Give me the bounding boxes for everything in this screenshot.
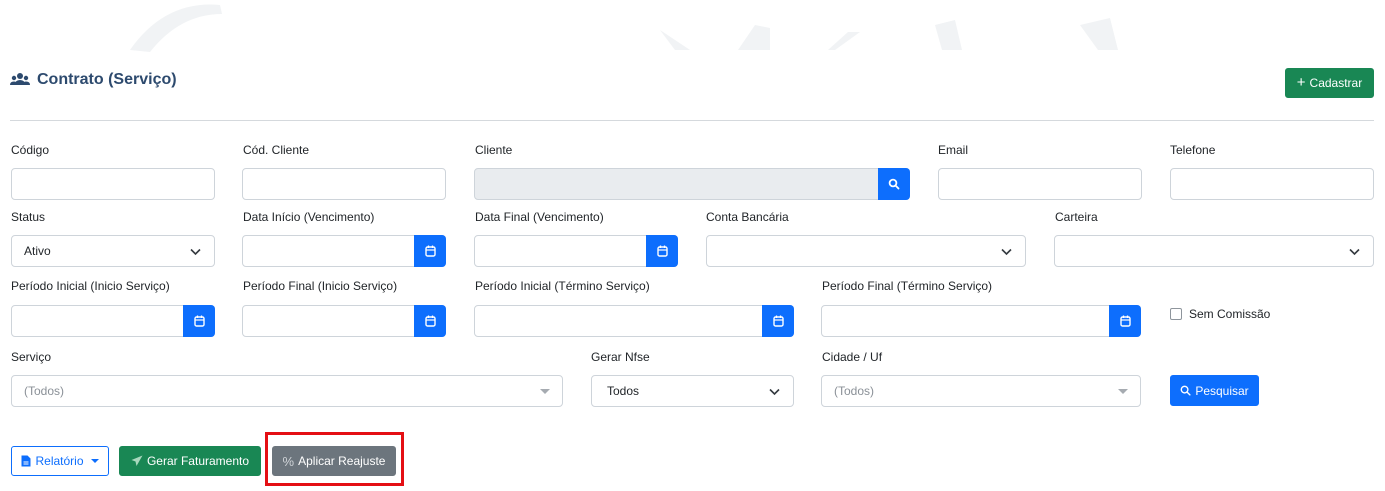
caret-down-icon	[1118, 389, 1128, 394]
cliente-search-button[interactable]	[878, 168, 910, 200]
highlight-box	[265, 432, 404, 486]
conta-bancaria-label: Conta Bancária	[706, 210, 789, 224]
telefone-label: Telefone	[1170, 143, 1216, 157]
search-icon	[1180, 385, 1191, 396]
cliente-input[interactable]	[474, 168, 910, 200]
chevron-down-icon	[1001, 248, 1012, 256]
cadastrar-button[interactable]: + Cadastrar	[1285, 68, 1374, 98]
periodo-inicial-termino-input[interactable]	[474, 305, 794, 337]
calendar-icon	[193, 315, 205, 327]
calendar-icon	[424, 245, 436, 257]
calendar-icon	[772, 315, 784, 327]
pesquisar-button[interactable]: Pesquisar	[1170, 375, 1259, 406]
chevron-down-icon	[190, 248, 201, 256]
data-inicio-input[interactable]	[242, 235, 446, 267]
cidade-uf-label: Cidade / Uf	[822, 350, 883, 364]
caret-down-icon	[540, 389, 550, 394]
page-title: Contrato (Serviço)	[10, 68, 177, 92]
servico-label: Serviço	[11, 350, 52, 364]
periodo-inicial-termino-calendar-button[interactable]	[762, 305, 794, 337]
cliente-label: Cliente	[475, 143, 513, 157]
conta-bancaria-select[interactable]	[706, 235, 1026, 267]
periodo-final-termino-label: Período Final (Término Serviço)	[822, 279, 993, 293]
periodo-inicial-inicio-label: Período Inicial (Inicio Serviço)	[11, 279, 170, 293]
file-icon	[21, 455, 31, 467]
gerar-faturamento-button[interactable]: Gerar Faturamento	[119, 446, 261, 476]
header-divider	[10, 120, 1374, 121]
search-icon	[888, 178, 900, 190]
chevron-down-icon	[1349, 248, 1360, 256]
cod-cliente-input[interactable]	[242, 168, 446, 200]
cod-cliente-label: Cód. Cliente	[243, 143, 310, 157]
relatorio-dropdown-button[interactable]: Relatório	[11, 446, 109, 476]
codigo-input[interactable]	[11, 168, 215, 200]
caret-down-icon	[90, 459, 99, 463]
calendar-icon	[1119, 315, 1131, 327]
page-title-text: Contrato (Serviço)	[37, 71, 177, 88]
data-inicio-label: Data Início (Vencimento)	[243, 210, 375, 224]
gerar-nfse-label: Gerar Nfse	[591, 350, 650, 364]
users-icon	[10, 72, 30, 88]
background-watermark	[130, 4, 1118, 52]
telefone-input[interactable]	[1170, 168, 1374, 200]
data-final-input[interactable]	[474, 235, 678, 267]
data-final-label: Data Final (Vencimento)	[475, 210, 604, 224]
email-input[interactable]	[938, 168, 1142, 200]
paper-plane-icon	[131, 455, 143, 466]
status-label: Status	[11, 210, 46, 224]
periodo-final-termino-calendar-button[interactable]	[1109, 305, 1141, 337]
periodo-final-inicio-input[interactable]	[242, 305, 446, 337]
carteira-select[interactable]	[1054, 235, 1374, 267]
carteira-label: Carteira	[1055, 210, 1098, 224]
periodo-inicial-termino-label: Período Inicial (Término Serviço)	[475, 279, 650, 293]
data-final-calendar-button[interactable]	[646, 235, 678, 267]
periodo-final-termino-input[interactable]	[821, 305, 1141, 337]
status-select[interactable]: Ativo	[11, 235, 215, 267]
data-inicio-calendar-button[interactable]	[414, 235, 446, 267]
periodo-inicial-inicio-calendar-button[interactable]	[183, 305, 215, 337]
periodo-inicial-inicio-input[interactable]	[11, 305, 215, 337]
cidade-uf-select[interactable]: (Todos)	[821, 375, 1141, 407]
codigo-label: Código	[11, 143, 50, 157]
chevron-down-icon	[769, 388, 780, 396]
servico-select[interactable]: (Todos)	[11, 375, 563, 407]
plus-icon: +	[1296, 74, 1306, 91]
checkbox-box[interactable]	[1170, 308, 1182, 320]
periodo-final-inicio-calendar-button[interactable]	[414, 305, 446, 337]
email-label: Email	[938, 143, 969, 157]
calendar-icon	[656, 245, 668, 257]
periodo-final-inicio-label: Período Final (Inicio Serviço)	[243, 279, 398, 293]
gerar-nfse-select[interactable]: Todos	[591, 375, 794, 407]
sem-comissao-checkbox[interactable]: Sem Comissão	[1170, 307, 1270, 321]
calendar-icon	[424, 315, 436, 327]
